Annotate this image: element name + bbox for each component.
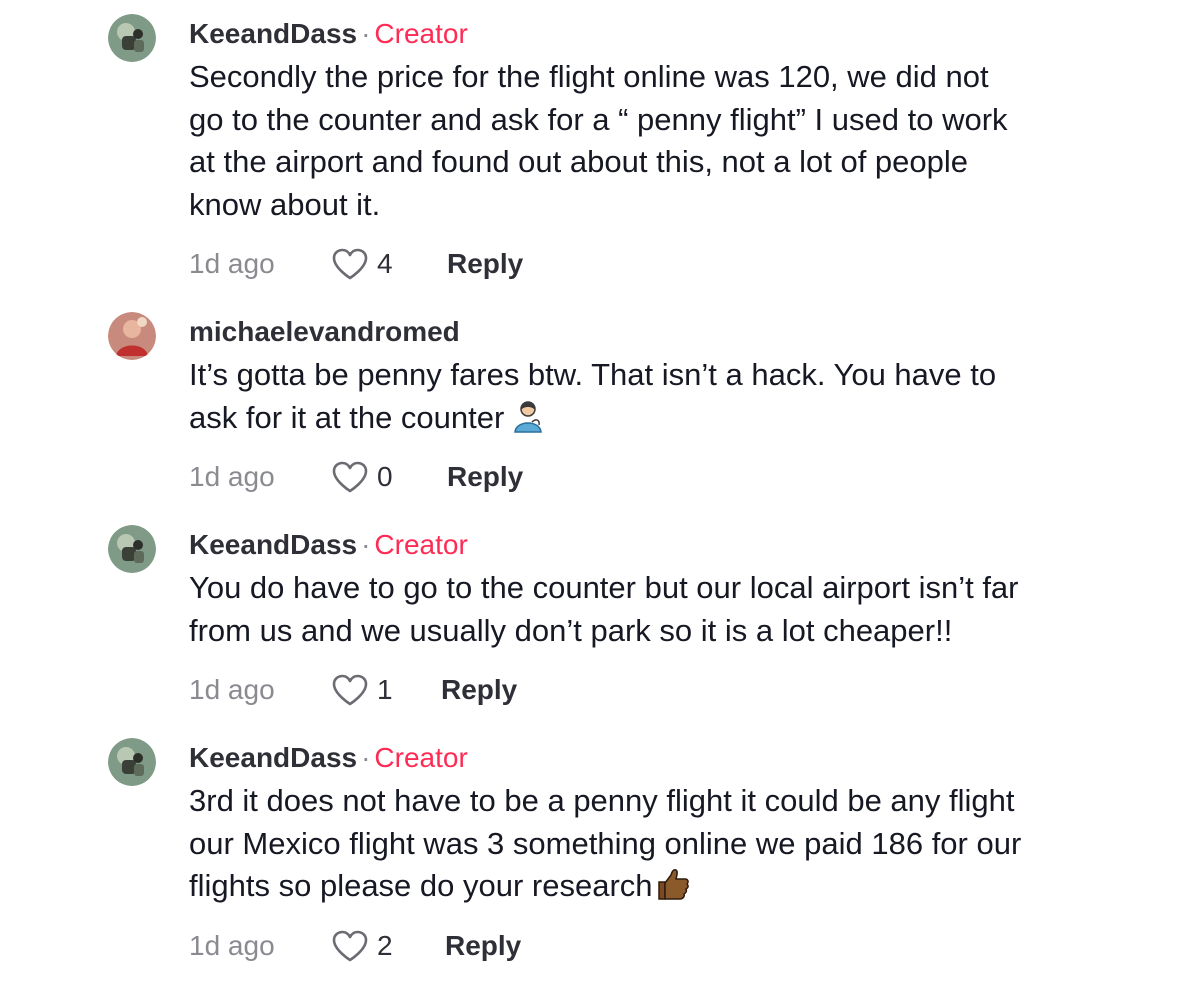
comment-text: It’s gotta be penny fares btw. That isn’…	[189, 354, 1149, 439]
timestamp: 1d ago	[189, 674, 275, 705]
like-button[interactable]: 0	[331, 455, 393, 499]
avatar-image	[108, 312, 156, 360]
timestamp: 1d ago	[189, 929, 275, 961]
like-count: 4	[377, 248, 393, 279]
heart-icon	[331, 460, 369, 494]
timestamp: 1d ago	[189, 248, 275, 279]
person-tipping-hand-emoji	[510, 398, 546, 434]
like-count: 1	[377, 674, 393, 705]
comment-actions: 1d ago 1 Reply	[189, 668, 1149, 712]
comment-text: Secondly the price for the flight online…	[189, 59, 1008, 222]
comment-body: michaelevandromed It’s gotta be penny fa…	[189, 312, 1149, 499]
comment-header: michaelevandromed	[189, 312, 1149, 352]
separator-dot: ·	[361, 18, 371, 49]
reply-button[interactable]: Reply	[447, 455, 523, 499]
avatar-image	[108, 738, 156, 786]
creator-badge: Creator	[374, 18, 468, 49]
like-button[interactable]: 1	[331, 668, 393, 712]
comment-body: KeeandDass · Creator 3rd it does not have …	[189, 738, 1149, 968]
username[interactable]: KeeandDass	[189, 742, 357, 773]
comment-actions: 1d ago 0 Reply	[189, 455, 1149, 499]
username[interactable]: KeeandDass	[189, 18, 357, 49]
avatar[interactable]	[108, 738, 156, 786]
reply-button[interactable]: Reply	[441, 668, 517, 712]
heart-icon	[331, 673, 369, 707]
comment-text: You do have to go to the counter but our…	[189, 570, 1019, 648]
like-count: 0	[377, 461, 393, 492]
like-button[interactable]: 4	[331, 242, 393, 286]
avatar[interactable]	[108, 525, 156, 573]
timestamp: 1d ago	[189, 461, 275, 492]
heart-icon	[331, 929, 369, 963]
comment-body: KeeandDass · Creator You do have to go to …	[189, 525, 1149, 712]
comment-text-content: It’s gotta be penny fares btw. That isn’…	[189, 357, 997, 435]
like-button[interactable]: 2	[331, 924, 393, 968]
creator-badge: Creator	[374, 529, 468, 560]
avatar-image	[108, 525, 156, 573]
comment-actions: 1d ago 2 Reply	[189, 924, 1149, 968]
comment-header: KeeandDass · Creator	[189, 14, 1149, 54]
comment-body: KeeandDass · Creator Secondly the price fo…	[189, 14, 1149, 286]
heart-icon	[331, 247, 369, 281]
comment-header: KeeandDass · Creator	[189, 738, 1149, 778]
like-count: 2	[377, 929, 393, 961]
reply-button[interactable]: Reply	[447, 242, 523, 286]
comment-text: 3rd it does not have to be a penny fligh…	[189, 780, 1149, 908]
comment-actions: 1d ago 4 Reply	[189, 242, 1149, 286]
avatar[interactable]	[108, 312, 156, 360]
comment-header: KeeandDass · Creator	[189, 525, 1149, 565]
reply-button[interactable]: Reply	[445, 924, 521, 968]
thumbs-up-emoji	[655, 866, 691, 902]
avatar-image	[108, 14, 156, 62]
username[interactable]: michaelevandromed	[189, 316, 460, 347]
comment-text-content: 3rd it does not have to be a penny fligh…	[189, 783, 1022, 903]
comment-list: KeeandDass · Creator Secondly the price fo…	[0, 0, 1200, 1000]
separator-dot: ·	[361, 529, 371, 560]
separator-dot: ·	[361, 742, 371, 773]
username[interactable]: KeeandDass	[189, 529, 357, 560]
creator-badge: Creator	[374, 742, 468, 773]
avatar[interactable]	[108, 14, 156, 62]
